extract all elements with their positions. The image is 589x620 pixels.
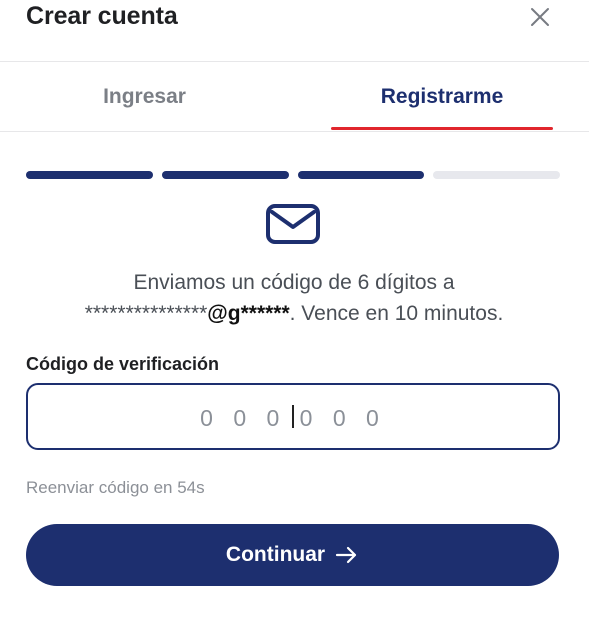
registration-progress — [26, 170, 560, 180]
continue-button-content: Continuar — [226, 543, 359, 567]
message-line-1: Enviamos un código de 6 dígitos a — [133, 271, 455, 294]
progress-step-2 — [161, 171, 289, 179]
active-tab-indicator — [331, 127, 553, 130]
expiration-text: . Vence en 10 minutos. — [289, 302, 504, 325]
verification-code-label: Código de verificación — [26, 354, 220, 374]
close-button[interactable] — [529, 6, 551, 28]
progress-step-1 — [26, 171, 153, 179]
resend-code-timer: Reenviar código en 54s — [26, 478, 205, 497]
tab-register[interactable]: Registrarme — [331, 62, 553, 132]
auth-tabs: Ingresar Registrarme — [0, 62, 589, 132]
modal-header: Crear cuenta — [0, 0, 589, 62]
verification-message: Enviamos un código de 6 dígitos a ******… — [20, 267, 568, 329]
close-icon — [531, 8, 549, 26]
tab-login[interactable]: Ingresar — [48, 62, 241, 132]
verification-code-input[interactable] — [28, 385, 562, 450]
progress-step-4 — [433, 171, 560, 179]
continue-button-label: Continuar — [225, 543, 326, 566]
progress-step-3 — [297, 171, 425, 179]
continue-button[interactable]: Continuar — [26, 524, 559, 586]
message-line-2: ***************@g******. Vence en 10 min… — [20, 298, 568, 329]
masked-email-domain: @g****** — [207, 302, 290, 325]
mail-icon — [265, 203, 321, 245]
text-caret — [292, 405, 294, 428]
arrow-right-icon — [335, 546, 357, 564]
create-account-modal: Crear cuenta Ingresar Registrarme Enviam… — [0, 0, 589, 620]
modal-title: Crear cuenta — [26, 2, 178, 30]
masked-email-user: *************** — [84, 302, 208, 325]
